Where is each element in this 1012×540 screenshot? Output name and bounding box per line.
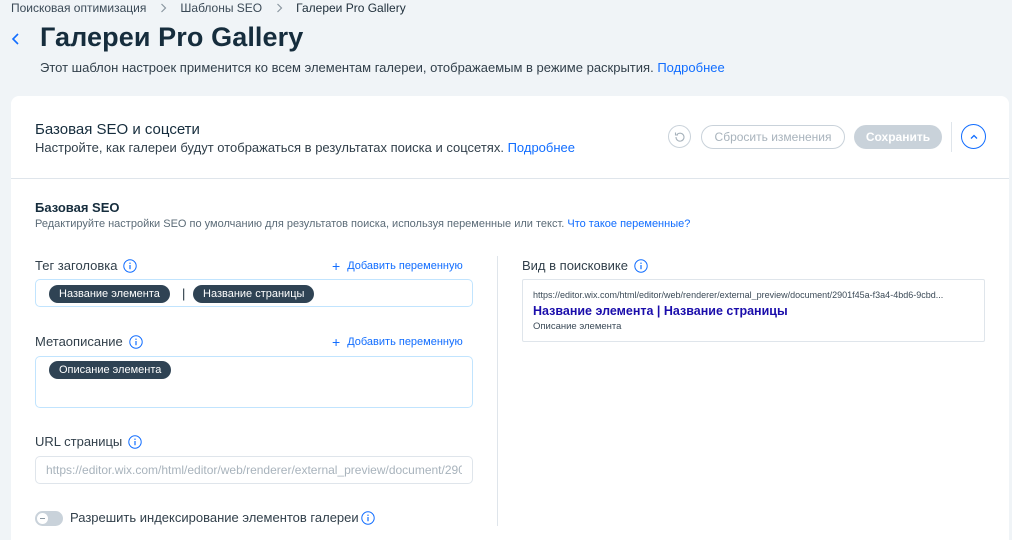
- meta-description-add-variable-button[interactable]: + Добавить переменную: [332, 335, 463, 349]
- card-title: Базовая SEO и соцсети: [35, 121, 200, 138]
- breadcrumb-item-seo[interactable]: Поисковая оптимизация: [11, 1, 146, 15]
- what-are-variables-link[interactable]: Что такое переменные?: [567, 218, 690, 230]
- page-subtitle: Этот шаблон настроек применится ко всем …: [40, 60, 725, 75]
- chevron-right-icon: [262, 3, 296, 13]
- indexing-toggle[interactable]: [35, 511, 63, 526]
- page-url-input[interactable]: [35, 456, 473, 484]
- header-divider: [951, 122, 952, 152]
- indexing-toggle-label: Разрешить индексирование элементов галер…: [70, 510, 375, 525]
- meta-description-label: Метаописание: [35, 334, 143, 349]
- title-tag-label: Тег заголовка: [35, 258, 138, 273]
- plus-icon: +: [332, 334, 341, 350]
- chevron-up-icon[interactable]: [961, 124, 986, 149]
- variable-tag[interactable]: Описание элемента: [49, 361, 172, 379]
- variable-tag[interactable]: Название страницы: [193, 285, 315, 303]
- search-preview-label: Вид в поисковике: [522, 258, 648, 273]
- back-arrow-icon[interactable]: [9, 30, 23, 48]
- page-title: Галереи Pro Gallery: [40, 22, 304, 52]
- column-divider: [497, 256, 498, 526]
- indexing-toggle-label-text: Разрешить индексирование элементов галер…: [70, 510, 359, 525]
- section-description-text: Редактируйте настройки SEO по умолчанию …: [35, 218, 565, 230]
- info-icon[interactable]: [128, 434, 142, 449]
- meta-description-label-text: Метаописание: [35, 334, 123, 349]
- page-url-label: URL страницы: [35, 434, 142, 449]
- card-header: Базовая SEO и соцсети Настройте, как гал…: [11, 96, 1009, 179]
- info-icon[interactable]: [360, 510, 375, 525]
- toggle-knob: [37, 513, 48, 524]
- variable-tag[interactable]: Название элемента: [49, 285, 170, 303]
- seo-settings-card: Базовая SEO и соцсети Настройте, как гал…: [11, 96, 1009, 540]
- card-description: Настройте, как галереи будут отображатьс…: [35, 140, 575, 155]
- chevron-right-icon: [146, 3, 180, 13]
- info-icon[interactable]: [634, 258, 648, 273]
- card-learn-more-link[interactable]: Подробнее: [508, 140, 575, 155]
- breadcrumb-item-seo-templates[interactable]: Шаблоны SEO: [180, 1, 262, 15]
- add-variable-label: Добавить переменную: [347, 336, 463, 348]
- undo-icon[interactable]: [668, 125, 691, 148]
- save-button[interactable]: Сохранить: [854, 125, 942, 149]
- card-description-text: Настройте, как галереи будут отображатьс…: [35, 140, 504, 155]
- breadcrumb: Поисковая оптимизация Шаблоны SEO Галере…: [11, 0, 406, 16]
- preview-description: Описание элемента: [533, 321, 622, 332]
- add-variable-label: Добавить переменную: [347, 260, 463, 272]
- info-icon[interactable]: [123, 258, 138, 273]
- search-preview-label-text: Вид в поисковике: [522, 258, 628, 273]
- title-tag-input[interactable]: Название элемента | Название страницы: [35, 279, 473, 307]
- learn-more-link[interactable]: Подробнее: [657, 60, 724, 75]
- title-tag-add-variable-button[interactable]: + Добавить переменную: [332, 259, 463, 273]
- reset-changes-button[interactable]: Сбросить изменения: [701, 125, 845, 149]
- info-icon[interactable]: [129, 334, 143, 349]
- page-url-label-text: URL страницы: [35, 434, 123, 449]
- meta-description-input[interactable]: Описание элемента: [35, 356, 473, 408]
- section-title: Базовая SEO: [35, 200, 120, 215]
- preview-url: https://editor.wix.com/html/editor/web/r…: [533, 290, 944, 300]
- section-description: Редактируйте настройки SEO по умолчанию …: [35, 218, 690, 230]
- plus-icon: +: [332, 258, 341, 274]
- tag-separator: |: [182, 286, 186, 301]
- search-preview-box: https://editor.wix.com/html/editor/web/r…: [522, 279, 985, 342]
- page-subtitle-text: Этот шаблон настроек применится ко всем …: [40, 60, 654, 75]
- breadcrumb-item-current: Галереи Pro Gallery: [296, 1, 406, 15]
- preview-title: Название элемента | Название страницы: [533, 304, 788, 318]
- title-tag-label-text: Тег заголовка: [35, 258, 118, 273]
